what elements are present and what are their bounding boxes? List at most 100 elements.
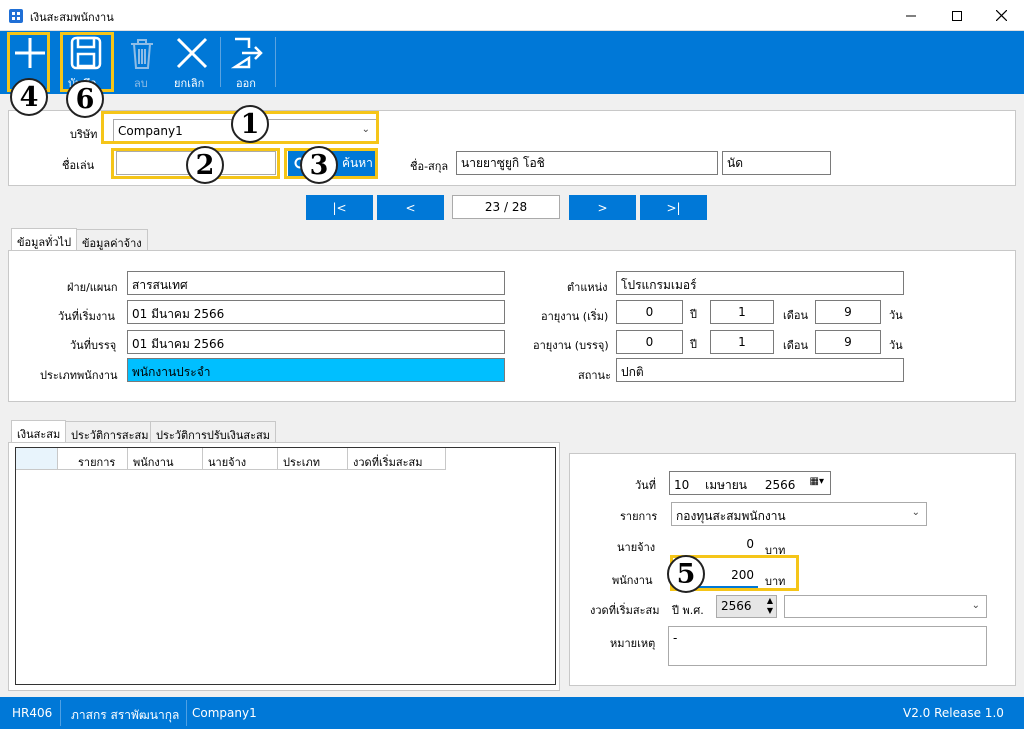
employee-type-label: ประเภทพนักงาน bbox=[40, 369, 118, 382]
date-label: วันที่ bbox=[635, 479, 656, 492]
minimize-button[interactable] bbox=[888, 0, 934, 31]
date-month: เมษายน bbox=[705, 478, 748, 492]
chevron-down-icon: ⌄ bbox=[911, 507, 920, 518]
nickname-label: ชื่อเล่น bbox=[62, 159, 95, 172]
date-picker[interactable]: 10 เมษายน 2566 ▦▾ bbox=[669, 471, 831, 495]
minimize-icon bbox=[906, 15, 916, 16]
toolbar-separator bbox=[275, 37, 276, 87]
nickname-display-field: นัด bbox=[722, 151, 831, 175]
tenure-perm-years: 0 bbox=[616, 330, 683, 354]
grid-header-employer: นายจ้าง bbox=[203, 448, 278, 470]
spinner-arrows-icon[interactable]: ▲ ▼ bbox=[767, 596, 773, 616]
tenure-start-years: 0 bbox=[616, 300, 683, 324]
grid-header-selector bbox=[16, 448, 58, 470]
toolbar: บันทึก ลบ ยกเลิก ออก bbox=[0, 31, 1024, 94]
note-textarea[interactable]: - bbox=[668, 626, 987, 666]
status-program-code: HR406 bbox=[12, 706, 53, 720]
status-field: ปกติ bbox=[616, 358, 904, 382]
start-year-value: 2566 bbox=[721, 599, 752, 613]
annotation-badge-1: 1 bbox=[231, 105, 269, 143]
tab-wage-info[interactable]: ข้อมูลค่าจ้าง bbox=[76, 229, 148, 251]
employer-amount-input[interactable]: 0 bbox=[671, 533, 758, 557]
company-label: บริษัท bbox=[70, 128, 98, 141]
item-value: กองทุนสะสมพนักงาน bbox=[676, 509, 786, 523]
close-button[interactable] bbox=[978, 0, 1024, 31]
tenure-perm-label: อายุงาน (บรรจุ) bbox=[533, 339, 609, 352]
maximize-button[interactable] bbox=[934, 0, 980, 31]
savings-grid[interactable]: รายการ พนักงาน นายจ้าง ประเภท งวดที่เริ่… bbox=[15, 447, 556, 685]
status-user: ภาสกร สราพัฒนากุล bbox=[71, 708, 180, 722]
annotation-badge-5: 5 bbox=[667, 555, 705, 593]
tenure-perm-months: 1 bbox=[710, 330, 774, 354]
tab-savings[interactable]: เงินสะสม bbox=[11, 420, 67, 443]
fullname-label: ชื่อ-สกุล bbox=[410, 160, 449, 173]
employer-label: นายจ้าง bbox=[617, 541, 656, 554]
cancel-button[interactable]: ยกเลิก bbox=[170, 31, 214, 94]
start-period-label: งวดที่เริ่มสะสม bbox=[590, 604, 660, 617]
position-field: โปรแกรมเมอร์ bbox=[616, 271, 904, 295]
chevron-down-icon: ⌄ bbox=[971, 600, 980, 611]
date-year: 2566 bbox=[764, 478, 796, 492]
day-unit: วัน bbox=[889, 339, 903, 352]
exit-label: ออก bbox=[236, 77, 256, 90]
x-icon bbox=[176, 37, 208, 69]
nav-last-button[interactable]: >| bbox=[640, 195, 707, 220]
tab-general-info[interactable]: ข้อมูลทั่วไป bbox=[11, 228, 78, 251]
item-select[interactable]: กองทุนสะสมพนักงาน ⌄ bbox=[671, 502, 927, 526]
department-label: ฝ่าย/แผนก bbox=[67, 281, 118, 294]
maximize-icon bbox=[952, 10, 962, 21]
fullname-field: นายยาซูยูกิ โอชิ bbox=[456, 151, 718, 175]
note-label: หมายเหตุ bbox=[610, 637, 656, 650]
app-icon bbox=[9, 9, 23, 23]
start-date-field: 01 มีนาคม 2566 bbox=[127, 300, 505, 324]
year-unit: ปี bbox=[690, 338, 697, 351]
tenure-start-label: อายุงาน (เริ่ม) bbox=[541, 310, 609, 323]
calendar-icon[interactable]: ▦▾ bbox=[810, 476, 824, 487]
permanent-date-field: 01 มีนาคม 2566 bbox=[127, 330, 505, 354]
day-unit: วัน bbox=[889, 309, 903, 322]
position-label: ตำแหน่ง bbox=[567, 281, 608, 294]
status-company: Company1 bbox=[192, 706, 257, 720]
cancel-label: ยกเลิก bbox=[174, 77, 205, 90]
employee-type-field: พนักงานประจำ bbox=[127, 358, 505, 382]
month-unit: เดือน bbox=[783, 339, 809, 352]
tenure-start-days: 9 bbox=[815, 300, 881, 324]
title-bar: เงินสะสมพนักงาน bbox=[0, 0, 1024, 31]
annotation-badge-4: 4 bbox=[10, 78, 48, 116]
exit-door-icon bbox=[231, 37, 263, 69]
permanent-date-label: วันที่บรรจุ bbox=[70, 339, 117, 352]
annotation-badge-3: 3 bbox=[300, 146, 338, 184]
grid-header-employee: พนักงาน bbox=[128, 448, 203, 470]
close-icon bbox=[995, 10, 1007, 21]
start-date-label: วันที่เริ่มงาน bbox=[58, 310, 115, 323]
delete-label: ลบ bbox=[134, 77, 148, 90]
tenure-perm-days: 9 bbox=[815, 330, 881, 354]
annotation-badge-6: 6 bbox=[66, 80, 104, 118]
month-unit: เดือน bbox=[783, 309, 809, 322]
date-day: 10 bbox=[674, 478, 690, 492]
nav-first-button[interactable]: |< bbox=[306, 195, 373, 220]
annotation-badge-2: 2 bbox=[186, 146, 224, 184]
department-field: สารสนเทศ bbox=[127, 271, 505, 295]
period-select[interactable]: ⌄ bbox=[784, 595, 987, 618]
nav-prev-button[interactable]: < bbox=[377, 195, 444, 220]
employee-label: พนักงาน bbox=[612, 574, 653, 587]
status-bar: HR406 ภาสกร สราพัฒนากุล Company1 V2.0 Re… bbox=[0, 697, 1024, 729]
toolbar-separator bbox=[220, 37, 221, 87]
tab-adjustment-history[interactable]: ประวัติการปรับเงินสะสม bbox=[150, 421, 276, 443]
grid-header-start-period: งวดที่เริ่มสะสม bbox=[348, 448, 446, 470]
trash-icon bbox=[131, 39, 153, 69]
start-year-spinner[interactable]: 2566 ▲ ▼ bbox=[716, 595, 777, 618]
delete-button[interactable]: ลบ bbox=[120, 31, 164, 94]
item-label: รายการ bbox=[620, 510, 658, 523]
tenure-start-months: 1 bbox=[710, 300, 774, 324]
record-position: 23 / 28 bbox=[452, 195, 560, 219]
tab-savings-history[interactable]: ประวัติการสะสม bbox=[65, 421, 155, 443]
exit-button[interactable]: ออก bbox=[226, 31, 270, 94]
nav-next-button[interactable]: > bbox=[569, 195, 636, 220]
grid-header-item: รายการ bbox=[58, 448, 128, 470]
window-title: เงินสะสมพนักงาน bbox=[30, 11, 114, 24]
status-label: สถานะ bbox=[578, 369, 611, 382]
status-version: V2.0 Release 1.0 bbox=[903, 706, 1004, 720]
year-unit: ปี bbox=[690, 308, 697, 321]
